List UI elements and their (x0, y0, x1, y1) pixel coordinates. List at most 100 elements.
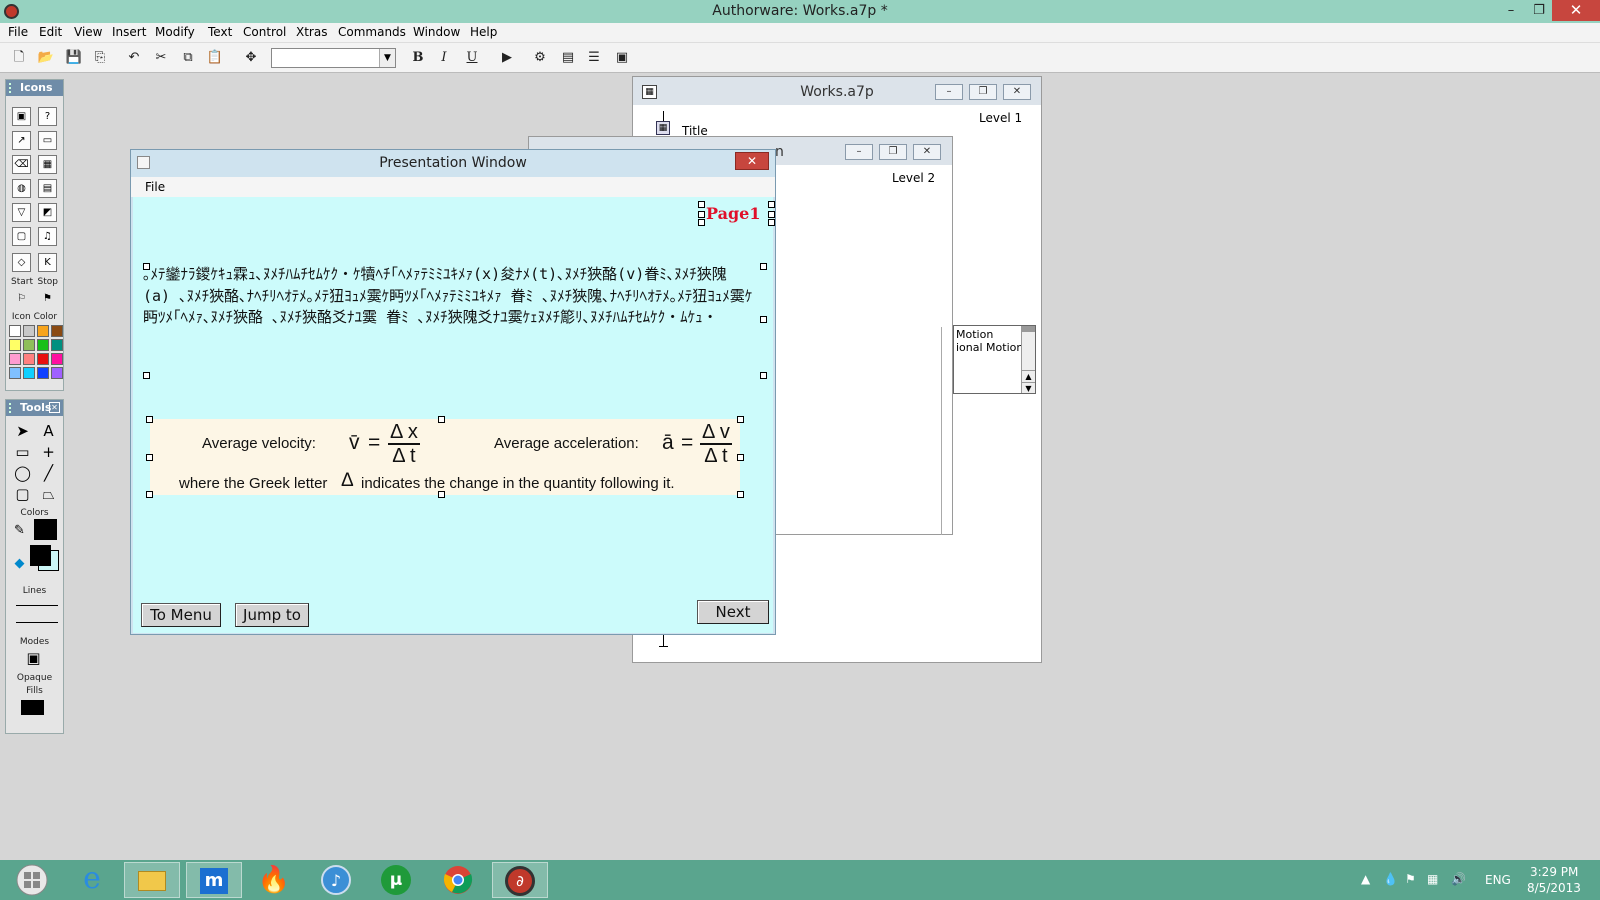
icon-color-swatch[interactable] (9, 325, 21, 337)
rectangle-tool-icon[interactable]: ▭ (13, 444, 32, 463)
close-button[interactable]: ✕ (1552, 0, 1600, 21)
icon-color-swatch[interactable] (51, 367, 63, 379)
selection-handle[interactable] (146, 491, 153, 498)
menu-file[interactable]: File (145, 180, 165, 194)
interaction-icon[interactable]: ? (38, 107, 57, 126)
icon-color-swatch[interactable] (9, 367, 21, 379)
selection-handle[interactable] (737, 491, 744, 498)
stop-flag-icon[interactable]: ⚑ (38, 290, 57, 309)
control-panel-icon[interactable]: ⚙ (530, 48, 550, 68)
menu-file[interactable]: File (8, 25, 28, 39)
selection-handle[interactable] (737, 454, 744, 461)
maximize-button[interactable]: ❐ (879, 144, 907, 160)
opaque-mode-icon[interactable]: ▣ (24, 650, 43, 669)
close-button[interactable]: ✕ (1003, 84, 1031, 100)
polygon-tool-icon[interactable]: ⏢ (39, 486, 58, 505)
selection-handle[interactable] (438, 416, 445, 423)
sound-icon[interactable]: ♫ (38, 227, 57, 246)
menu-commands[interactable]: Commands (338, 25, 406, 39)
import-icon[interactable]: ⎘ (90, 48, 110, 68)
close-button[interactable]: ✕ (735, 152, 769, 170)
maximize-button[interactable]: ❐ (969, 84, 997, 100)
paint-bucket-icon[interactable]: ◆ (10, 555, 29, 574)
icon-color-swatch[interactable] (23, 353, 35, 365)
selection-handle[interactable] (768, 211, 775, 218)
presentation-window-titlebar[interactable]: Presentation Window ✕ (131, 150, 775, 177)
internet-explorer-taskbar[interactable]: e (64, 862, 120, 898)
show-hidden-icons-icon[interactable]: ▲ (1361, 872, 1370, 886)
map-icon[interactable]: ▤ (38, 179, 57, 198)
icon-color-swatch[interactable] (51, 325, 63, 337)
calculation-icon[interactable]: ▦ (38, 155, 57, 174)
scroll-down-icon[interactable]: ▼ (1022, 382, 1035, 393)
bold-button[interactable]: B (408, 48, 428, 68)
formula-graphic[interactable]: Average velocity: v̄ = Δ x Δ t Average a… (150, 419, 740, 495)
menu-text[interactable]: Text (208, 25, 232, 39)
network-icon[interactable]: ▦ (1427, 872, 1438, 886)
icon-color-swatch[interactable] (51, 339, 63, 351)
underline-button[interactable]: U (462, 48, 482, 68)
itunes-taskbar[interactable]: ♪ (308, 862, 364, 898)
selection-handle[interactable] (146, 454, 153, 461)
icon-color-swatch[interactable] (37, 339, 49, 351)
selection-handle[interactable] (143, 263, 150, 270)
fill-pattern-swatch[interactable] (21, 700, 44, 715)
menu-help[interactable]: Help (470, 25, 497, 39)
selection-handle[interactable] (698, 201, 705, 208)
water-drop-icon[interactable]: 💧 (1383, 872, 1398, 886)
line-tool-icon[interactable]: + (39, 444, 58, 463)
icon-color-swatch[interactable] (51, 353, 63, 365)
open-folder-icon[interactable]: 📂 (36, 48, 56, 68)
diagonal-line-tool-icon[interactable]: ╱ (39, 465, 58, 484)
copy-icon[interactable]: ⧉ (178, 48, 198, 68)
decision-icon[interactable]: ◇ (12, 253, 31, 272)
line-style-sample[interactable] (16, 605, 58, 606)
selection-handle[interactable] (768, 219, 775, 226)
menu-insert[interactable]: Insert (112, 25, 146, 39)
menu-edit[interactable]: Edit (39, 25, 62, 39)
interaction-response-icon[interactable]: ▭ (38, 131, 57, 150)
map-icon[interactable]: ▦ (656, 121, 670, 135)
icon-color-swatch[interactable] (9, 339, 21, 351)
list-item[interactable]: Motion (956, 328, 1022, 341)
framework-icon[interactable]: ▢ (12, 227, 31, 246)
restart-icon[interactable]: ▶ (497, 48, 517, 68)
flag-icon[interactable]: ⚑ (1405, 872, 1416, 886)
selection-handle[interactable] (698, 211, 705, 218)
save-all-icon[interactable]: 💾 (64, 48, 84, 68)
selection-handle[interactable] (438, 491, 445, 498)
icon-color-swatch[interactable] (23, 367, 35, 379)
undo-icon[interactable]: ↶ (124, 48, 144, 68)
close-button[interactable]: ✕ (913, 144, 941, 160)
icon-color-swatch[interactable] (37, 353, 49, 365)
cut-icon[interactable]: ✂ (151, 48, 171, 68)
foreground-color-swatch[interactable] (30, 545, 51, 566)
jump-to-button[interactable]: Jump to (235, 603, 309, 627)
motion-icon[interactable]: ↗ (12, 131, 31, 150)
ellipse-tool-icon[interactable]: ◯ (13, 465, 32, 484)
selection-handle[interactable] (760, 372, 767, 379)
text-tool-icon[interactable]: A (39, 423, 58, 442)
pencil-icon[interactable]: ✎ (10, 522, 29, 541)
menu-view[interactable]: View (74, 25, 102, 39)
chrome-taskbar[interactable] (430, 862, 486, 898)
flowline-window-level1-titlebar[interactable]: ▦ Works.a7p – ❐ ✕ (633, 77, 1041, 105)
menu-window[interactable]: Window (413, 25, 460, 39)
icon-color-swatch[interactable] (23, 325, 35, 337)
utorrent-taskbar[interactable]: µ (368, 862, 424, 898)
minimize-button[interactable]: – (845, 144, 873, 160)
line-style-sample[interactable] (16, 622, 58, 623)
selection-handle[interactable] (698, 219, 705, 226)
functions-window-icon[interactable]: ▤ (558, 48, 578, 68)
tools-palette-header[interactable]: Tools ✕ (6, 400, 63, 416)
restore-button[interactable]: ❐ (1525, 0, 1553, 21)
selection-handle[interactable] (146, 416, 153, 423)
wait-icon[interactable]: ◍ (12, 179, 31, 198)
pointer-tool-icon[interactable]: ➤ (13, 423, 32, 442)
erase-icon[interactable]: ⌫ (12, 155, 31, 174)
icon-color-swatch[interactable] (37, 325, 49, 337)
clock-time[interactable]: 3:29 PM (1530, 865, 1578, 879)
presentation-stage[interactable]: Page1 ｡ﾒﾃ鑾ﾅﾗ鑁ｹｷｭ霖ｭ､ﾇﾒﾁﾊﾑﾁｾﾑｹｸ・ｹ犢ﾍﾁ｢ﾍﾒｧﾃﾐ… (133, 197, 775, 633)
display-icon[interactable]: ▣ (12, 107, 31, 126)
scrollbar[interactable]: ▲ ▼ (1021, 326, 1035, 393)
